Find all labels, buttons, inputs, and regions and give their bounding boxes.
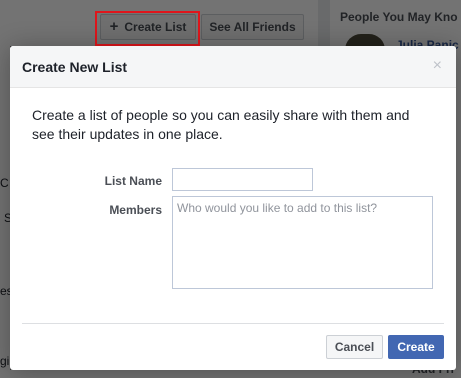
- dialog-header: Create New List ×: [10, 46, 456, 88]
- list-name-input[interactable]: [172, 168, 313, 191]
- highlight-box: [95, 11, 200, 46]
- people-you-may-know-heading: People You May Kno: [340, 10, 458, 24]
- create-button[interactable]: Create: [388, 335, 444, 359]
- dialog-description: Create a list of people so you can easil…: [32, 107, 410, 142]
- members-input[interactable]: [172, 196, 433, 289]
- list-name-label: List Name: [104, 174, 162, 188]
- bottom-strip: [0, 370, 461, 378]
- create-list-dialog: Create New List × Create a list of peopl…: [10, 46, 456, 370]
- background-text-fragment: C: [0, 176, 9, 190]
- see-all-friends-button[interactable]: See All Friends: [201, 14, 304, 40]
- background-text-fragment: gi: [0, 354, 10, 368]
- cancel-button[interactable]: Cancel: [326, 335, 383, 359]
- dialog-title: Create New List: [22, 58, 128, 75]
- footer-divider: [22, 323, 444, 324]
- members-label: Members: [109, 203, 162, 217]
- close-icon[interactable]: ×: [433, 58, 442, 74]
